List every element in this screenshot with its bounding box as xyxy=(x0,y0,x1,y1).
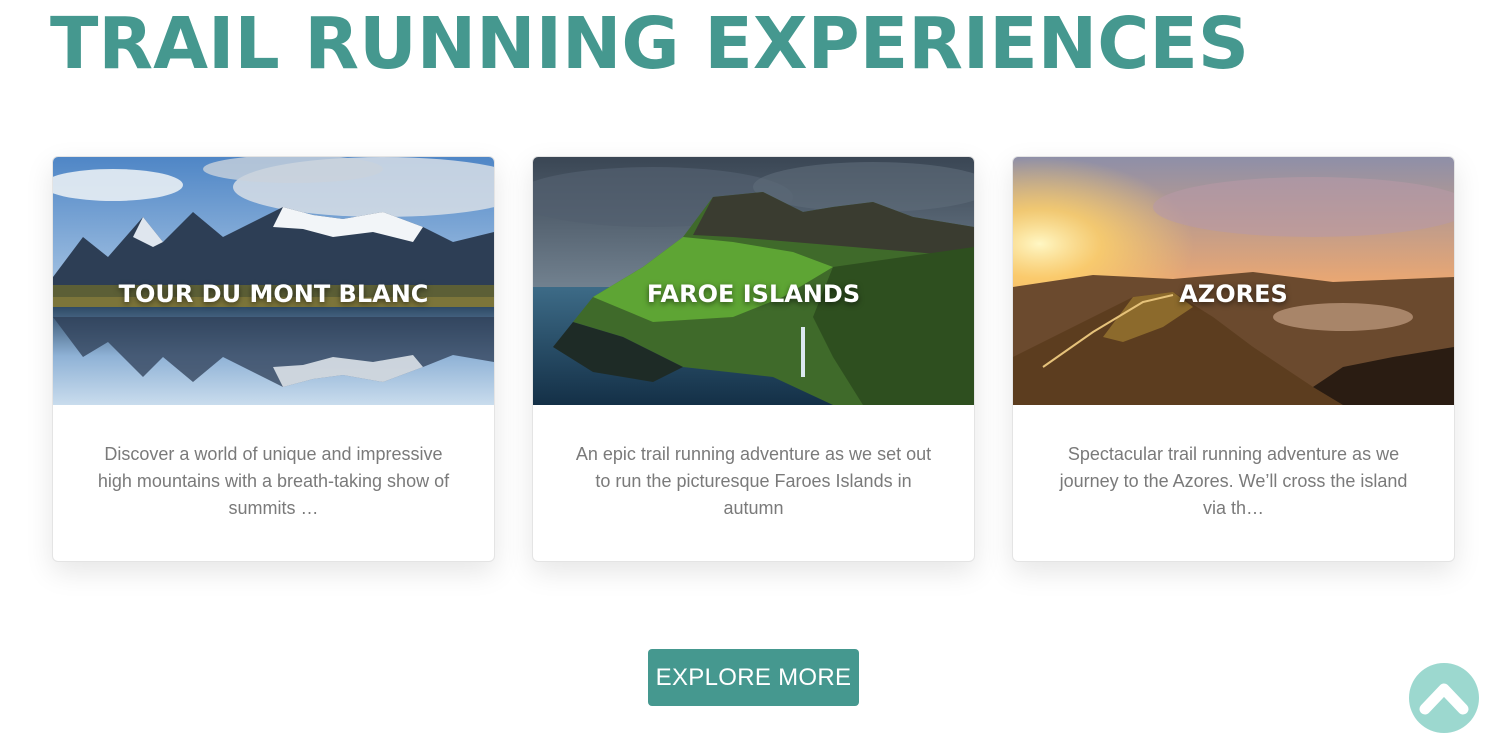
scroll-to-top-button[interactable] xyxy=(1409,663,1479,733)
page-title: TRAIL RUNNING EXPERIENCES xyxy=(50,2,1249,85)
card-title[interactable]: AZORES xyxy=(1179,280,1288,308)
experience-card-faroe-islands[interactable]: FAROE ISLANDS An epic trail running adve… xyxy=(532,156,975,562)
experience-card-mont-blanc[interactable]: TOUR DU MONT BLANC Discover a world of u… xyxy=(52,156,495,562)
explore-more-button[interactable]: EXPLORE MORE xyxy=(648,649,859,706)
card-description: Discover a world of unique and impressiv… xyxy=(97,444,450,518)
chevron-up-icon xyxy=(1419,683,1469,715)
card-image[interactable]: TOUR DU MONT BLANC xyxy=(53,157,494,405)
experience-card-azores[interactable]: AZORES Spectacular trail running adventu… xyxy=(1012,156,1455,562)
card-title[interactable]: TOUR DU MONT BLANC xyxy=(119,280,429,308)
card-description: An epic trail running adventure as we se… xyxy=(575,444,932,518)
card-title[interactable]: FAROE ISLANDS xyxy=(647,280,860,308)
card-image[interactable]: AZORES xyxy=(1013,157,1454,405)
card-image[interactable]: FAROE ISLANDS xyxy=(533,157,974,405)
card-description: Spectacular trail running adventure as w… xyxy=(1059,444,1408,518)
